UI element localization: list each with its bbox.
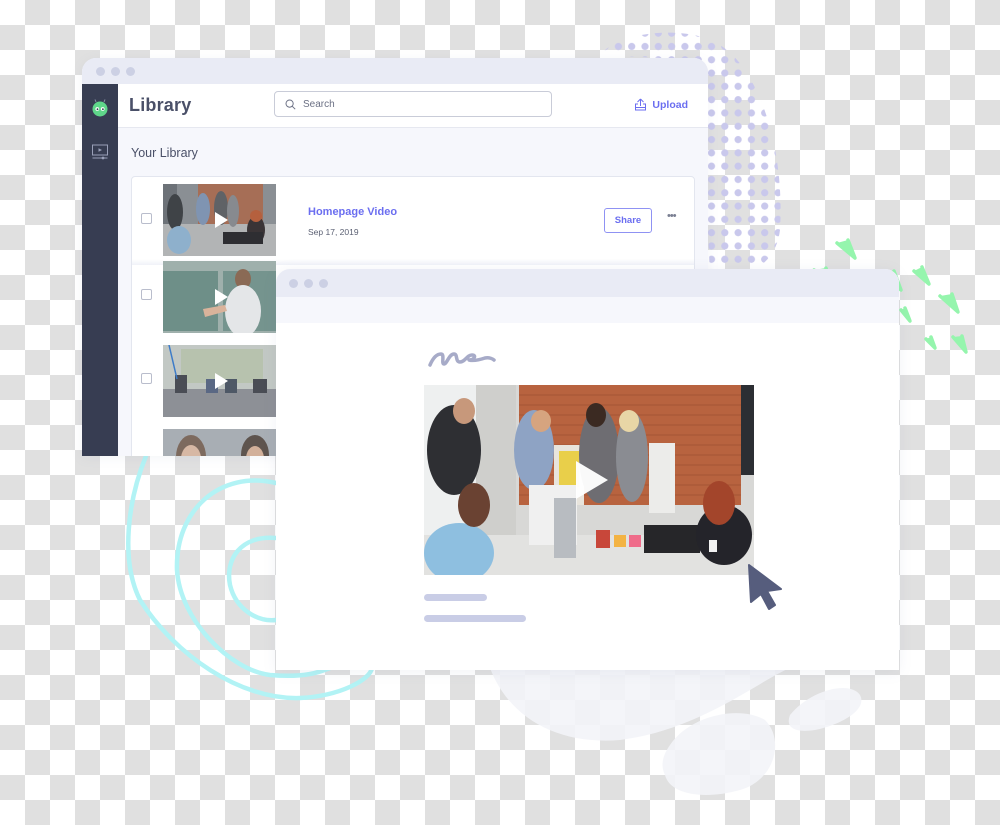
upload-label: Upload (652, 98, 688, 111)
signature-squiggle-icon (428, 352, 496, 367)
video-checkbox[interactable] (141, 213, 152, 224)
play-icon (214, 212, 228, 228)
placeholder-line (424, 594, 487, 601)
video-thumbnail[interactable] (163, 261, 276, 333)
window-dot-minimize[interactable] (111, 66, 120, 76)
window-dot-maximize[interactable] (319, 278, 328, 288)
bottom-blob-small (788, 687, 862, 731)
more-options-icon[interactable]: ••• (667, 210, 677, 222)
window-dot-minimize[interactable] (304, 278, 313, 288)
player-window-toolbar (276, 297, 899, 323)
video-title-link[interactable]: Homepage Video (308, 206, 397, 218)
play-icon (214, 289, 228, 305)
share-button[interactable]: Share (604, 208, 652, 233)
search-input[interactable] (303, 98, 523, 110)
page-title: Library (129, 95, 192, 115)
library-header: Library Upload (118, 84, 708, 128)
bottom-blob-middle (662, 713, 776, 795)
video-library-icon[interactable] (90, 142, 110, 162)
video-thumbnail[interactable] (163, 184, 276, 256)
player-window-titlebar (276, 269, 899, 297)
window-dot-maximize[interactable] (126, 66, 135, 76)
placeholder-line (424, 615, 526, 622)
upload-button[interactable]: Upload (634, 98, 688, 111)
section-title: Your Library (131, 146, 198, 160)
search-box[interactable] (274, 91, 552, 117)
video-thumbnail[interactable] (163, 345, 276, 417)
video-checkbox[interactable] (141, 289, 152, 300)
player-window (276, 269, 899, 670)
search-icon (285, 99, 296, 110)
video-thumbnail[interactable] (163, 429, 276, 456)
play-button-icon[interactable] (576, 461, 608, 499)
window-dot-close[interactable] (96, 66, 105, 76)
video-checkbox[interactable] (141, 373, 152, 384)
robot-logo-icon[interactable] (91, 99, 109, 117)
video-list-item[interactable]: Homepage Video Sep 17, 2019 Share ••• (132, 177, 694, 261)
play-icon (214, 373, 228, 389)
video-player[interactable] (424, 385, 754, 575)
window-dot-close[interactable] (289, 278, 298, 288)
library-window-titlebar (82, 58, 708, 84)
sidebar (82, 84, 118, 456)
mouse-cursor-icon (748, 564, 782, 610)
upload-icon (635, 98, 647, 111)
video-date: Sep 17, 2019 (308, 227, 359, 237)
